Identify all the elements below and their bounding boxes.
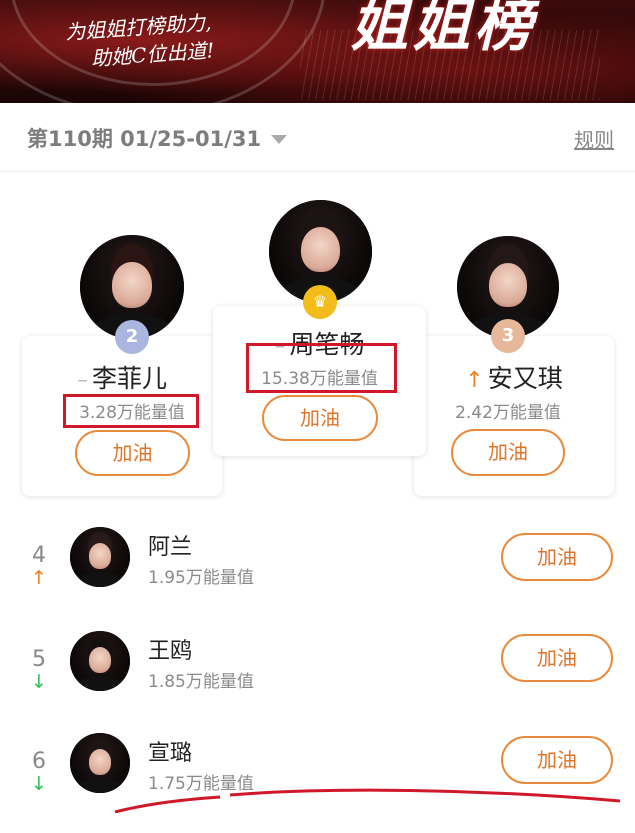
cheer-button[interactable]: 加油 — [75, 430, 190, 476]
top-banner: 为姐姐打榜助力, 助她C位出道! 姐姐榜 — [0, 0, 635, 103]
energy-value: 1.95万能量值 — [148, 568, 254, 588]
avatar-body — [77, 676, 123, 691]
banner-title: 姐姐榜 — [350, 0, 537, 59]
contestant-name: 阿兰 — [148, 535, 193, 560]
podium-name-rank-3: ↑ 安又琪 — [414, 359, 614, 395]
period-selector[interactable]: 第110期 01/25-01/31 — [27, 123, 288, 153]
cheer-button[interactable]: 加油 — [262, 395, 378, 441]
rank-badge-3: 3 — [491, 319, 525, 353]
rank-number: 4 — [32, 543, 46, 568]
rules-link[interactable]: 规则 — [574, 124, 614, 153]
highlight-box — [246, 343, 397, 393]
energy-value: 1.85万能量值 — [148, 672, 254, 692]
cheer-button[interactable]: 加油 — [501, 634, 613, 682]
avatar-face — [88, 542, 112, 569]
list-item: 4 ↑ 阿兰 1.95万能量值 加油 — [0, 527, 635, 627]
avatar-face — [112, 262, 152, 308]
avatar[interactable] — [70, 631, 130, 691]
trend-up-icon: ↑ — [31, 567, 47, 589]
avatar-body — [77, 572, 123, 587]
chevron-down-icon — [271, 135, 288, 144]
contestant-name: 安又琪 — [487, 364, 563, 393]
avatar[interactable] — [70, 733, 130, 793]
highlight-box — [63, 394, 199, 428]
underline-annotation — [114, 788, 621, 813]
podium-name-rank-2: – 李菲儿 — [22, 359, 222, 395]
energy-value: 2.42万能量值 — [455, 403, 561, 423]
avatar[interactable] — [70, 527, 130, 587]
trend-down-icon: ↓ — [31, 671, 47, 693]
period-label: 第110期 01/25-01/31 — [27, 127, 262, 151]
trend-flat-icon: – — [76, 368, 88, 393]
cheer-button[interactable]: 加油 — [501, 736, 613, 784]
cheer-button[interactable]: 加油 — [451, 429, 565, 476]
rank-number: 5 — [32, 647, 46, 672]
crown-icon: ♛ — [303, 285, 337, 319]
rank-number: 6 — [32, 749, 46, 774]
contestant-name: 宣璐 — [148, 741, 193, 766]
avatar-face — [88, 646, 112, 673]
cheer-button[interactable]: 加油 — [501, 533, 613, 581]
trend-up-icon: ↑ — [465, 368, 484, 393]
list-item: 5 ↓ 王鸥 1.85万能量值 加油 — [0, 631, 635, 731]
avatar-face — [300, 226, 341, 273]
contestant-name: 王鸥 — [148, 639, 193, 664]
avatar-face — [488, 262, 528, 308]
rank-badge-2: 2 — [115, 320, 149, 354]
contestant-name: 李菲儿 — [91, 364, 167, 393]
list-item: 6 ↓ 宣璐 1.75万能量值 加油 — [0, 733, 635, 833]
period-bar: 第110期 01/25-01/31 规则 — [0, 103, 635, 172]
avatar-face — [88, 748, 112, 775]
